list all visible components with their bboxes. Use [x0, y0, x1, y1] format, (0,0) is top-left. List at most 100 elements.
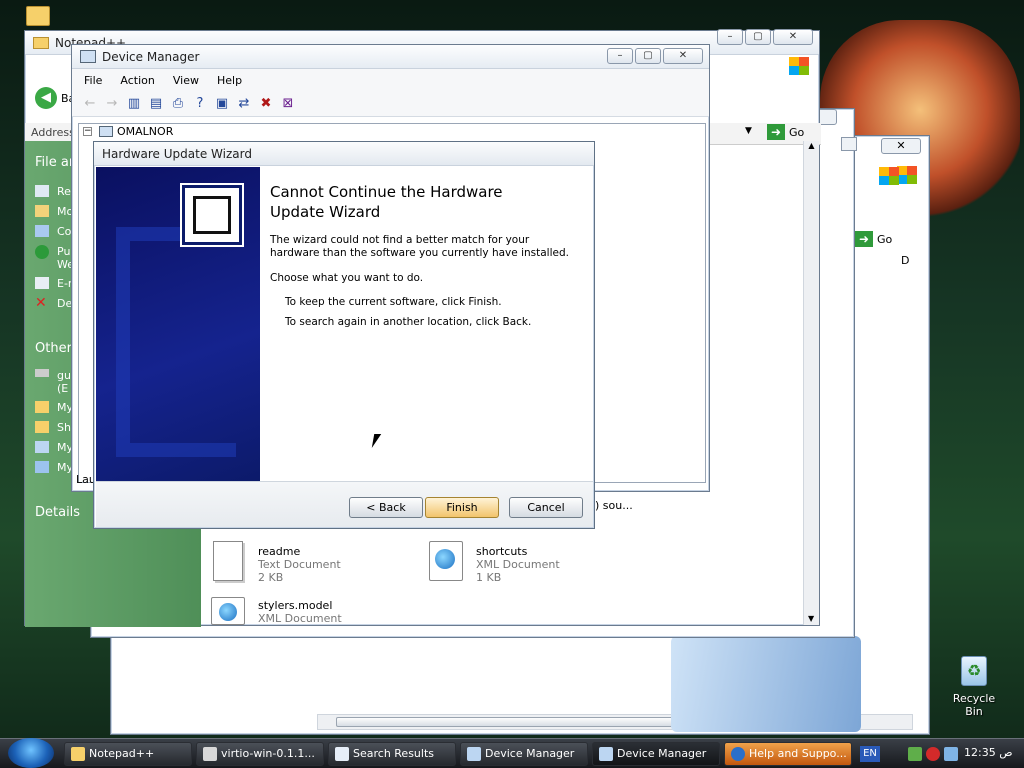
globe-icon — [435, 549, 455, 569]
taskbar: Notepad++ virtio-win-0.1.1... Search Res… — [0, 738, 1024, 768]
close-button[interactable]: ✕ — [663, 48, 703, 64]
task-pane-heading-details: Details — [35, 505, 81, 520]
forward-arrow-icon[interactable]: → — [104, 96, 120, 112]
file-item[interactable]: shortcuts XML Document 1 KB — [429, 541, 589, 585]
file-item[interactable]: readme Text Document 2 KB — [213, 541, 373, 585]
network-tray-icon[interactable] — [908, 747, 922, 761]
windows-logo-icon — [879, 167, 899, 185]
file-type: Text Document — [258, 558, 341, 571]
back-arrow-icon: ◀ — [35, 87, 57, 109]
go-label: Go — [877, 232, 893, 246]
wizard-title: Hardware Update Wizard — [102, 146, 252, 161]
security-tray-icon[interactable] — [926, 747, 940, 761]
vertical-scrollbar[interactable]: ▲ ▼ — [803, 141, 819, 625]
menu-file[interactable]: File — [84, 74, 102, 87]
minimize-button[interactable]: – — [607, 48, 633, 64]
disable-icon[interactable]: ⊠ — [280, 96, 296, 112]
scroll-down-arrow[interactable]: ▼ — [808, 614, 814, 623]
task-pane-other-item[interactable]: Sh — [57, 421, 71, 434]
properties-icon[interactable]: ▤ — [148, 96, 164, 112]
explorer-middle-restore-button[interactable] — [841, 137, 857, 151]
go-button-back[interactable]: ➜ Go — [855, 230, 892, 248]
wizard-message: The wizard could not find a better match… — [270, 234, 569, 259]
wizard-option-back: To search again in another location, cli… — [285, 316, 532, 328]
mouse-cursor-icon — [371, 434, 382, 448]
column-header-fragment: D — [901, 254, 910, 267]
maximize-button[interactable]: ▢ — [745, 29, 771, 45]
recycle-bin-label: Recycle Bin — [952, 692, 996, 718]
address-label: Address — [31, 126, 75, 139]
task-pane-icon — [35, 185, 49, 197]
go-button[interactable]: ➜ Go — [767, 124, 804, 140]
wizard-heading: Cannot Continue the Hardware Update Wiza… — [270, 183, 503, 221]
folder-icon — [35, 421, 49, 433]
recycle-bin[interactable]: ♻ Recycle Bin — [944, 656, 1004, 718]
wizard-prompt: Choose what you want to do. — [270, 272, 424, 284]
task-pane-icon — [35, 205, 49, 217]
task-pane-item[interactable]: Co — [57, 225, 71, 238]
installer-icon — [203, 747, 217, 761]
taskbar-item-virtio[interactable]: virtio-win-0.1.1... — [196, 742, 324, 766]
file-type: XML Document — [258, 612, 342, 625]
explorer-window-back-title-x[interactable]: ✕ — [881, 138, 921, 154]
windows-logo-icon — [789, 57, 809, 75]
computer-icon — [467, 747, 481, 761]
wizard-banner — [96, 167, 260, 481]
language-indicator[interactable]: EN — [860, 746, 880, 762]
file-item[interactable]: stylers.model XML Document — [211, 597, 371, 625]
task-pane-item[interactable]: De — [57, 297, 72, 310]
folder-icon — [35, 401, 49, 413]
finish-button[interactable]: Finish — [425, 497, 499, 518]
wizard-titlebar[interactable]: Hardware Update Wizard — [94, 142, 594, 166]
task-pane-item[interactable]: Pu We — [57, 245, 74, 271]
windows-logo-icon — [897, 166, 917, 184]
update-driver-icon[interactable]: ⇄ — [236, 96, 252, 112]
taskbar-item-notepad[interactable]: Notepad++ — [64, 742, 192, 766]
cancel-button[interactable]: Cancel — [509, 497, 583, 518]
task-pane-icon — [35, 225, 49, 237]
print-icon[interactable]: ⎙ — [170, 96, 186, 112]
desktop-folder-icon[interactable] — [26, 6, 50, 26]
scroll-up-arrow[interactable]: ▲ — [804, 141, 819, 150]
task-pane-item[interactable]: Re — [57, 185, 71, 198]
taskbar-item-help[interactable]: Help and Suppo... — [724, 742, 852, 766]
status-text-sou: ) sou... — [595, 499, 633, 512]
taskbar-item-search-results[interactable]: Search Results — [328, 742, 456, 766]
menu-help[interactable]: Help — [217, 74, 242, 87]
taskbar-item-device-manager-2[interactable]: Device Manager — [592, 742, 720, 766]
connection-tray-icon[interactable] — [944, 747, 958, 761]
uninstall-icon[interactable]: ✖ — [258, 96, 274, 112]
explorer-folder-art — [671, 636, 861, 732]
back-arrow-icon[interactable]: ← — [82, 96, 98, 112]
taskbar-item-device-manager-1[interactable]: Device Manager — [460, 742, 588, 766]
menu-bar: File Action View Help — [72, 69, 709, 91]
computer-icon — [99, 126, 113, 137]
maximize-button[interactable]: ▢ — [635, 48, 661, 64]
go-arrow-icon: ➜ — [855, 231, 873, 247]
menu-action[interactable]: Action — [120, 74, 154, 87]
back-button[interactable]: < Back — [349, 497, 423, 518]
file-name: stylers.model — [258, 599, 333, 612]
file-name: shortcuts — [476, 545, 528, 558]
wizard-banner-art — [116, 227, 236, 457]
menu-view[interactable]: View — [173, 74, 199, 87]
text-document-icon — [213, 541, 243, 581]
help-icon[interactable]: ? — [192, 96, 208, 112]
minimize-button[interactable]: – — [717, 29, 743, 45]
toolbar: ← → ▥ ▤ ⎙ ? ▣ ⇄ ✖ ⊠ — [72, 91, 709, 117]
tree-expander[interactable]: − — [83, 127, 92, 136]
folder-icon — [33, 36, 49, 49]
computer-icon — [80, 50, 96, 63]
task-pane-other-item[interactable]: gu (E — [57, 369, 71, 395]
show-hide-tree-icon[interactable]: ▥ — [126, 96, 142, 112]
start-button[interactable] — [8, 738, 54, 768]
scan-hardware-icon[interactable]: ▣ — [214, 96, 230, 112]
address-dropdown-icon[interactable]: ▼ — [745, 126, 752, 136]
clock[interactable]: 12:35 ص — [964, 746, 1013, 759]
go-label: Go — [789, 125, 805, 139]
tree-root-label[interactable]: OMALNOR — [117, 125, 173, 138]
hardware-update-wizard: Hardware Update Wizard Cannot Continue t… — [93, 141, 595, 529]
back-nav-button[interactable]: ◀ Ba — [35, 87, 75, 109]
close-button[interactable]: ✕ — [773, 29, 813, 45]
help-icon — [731, 747, 745, 761]
